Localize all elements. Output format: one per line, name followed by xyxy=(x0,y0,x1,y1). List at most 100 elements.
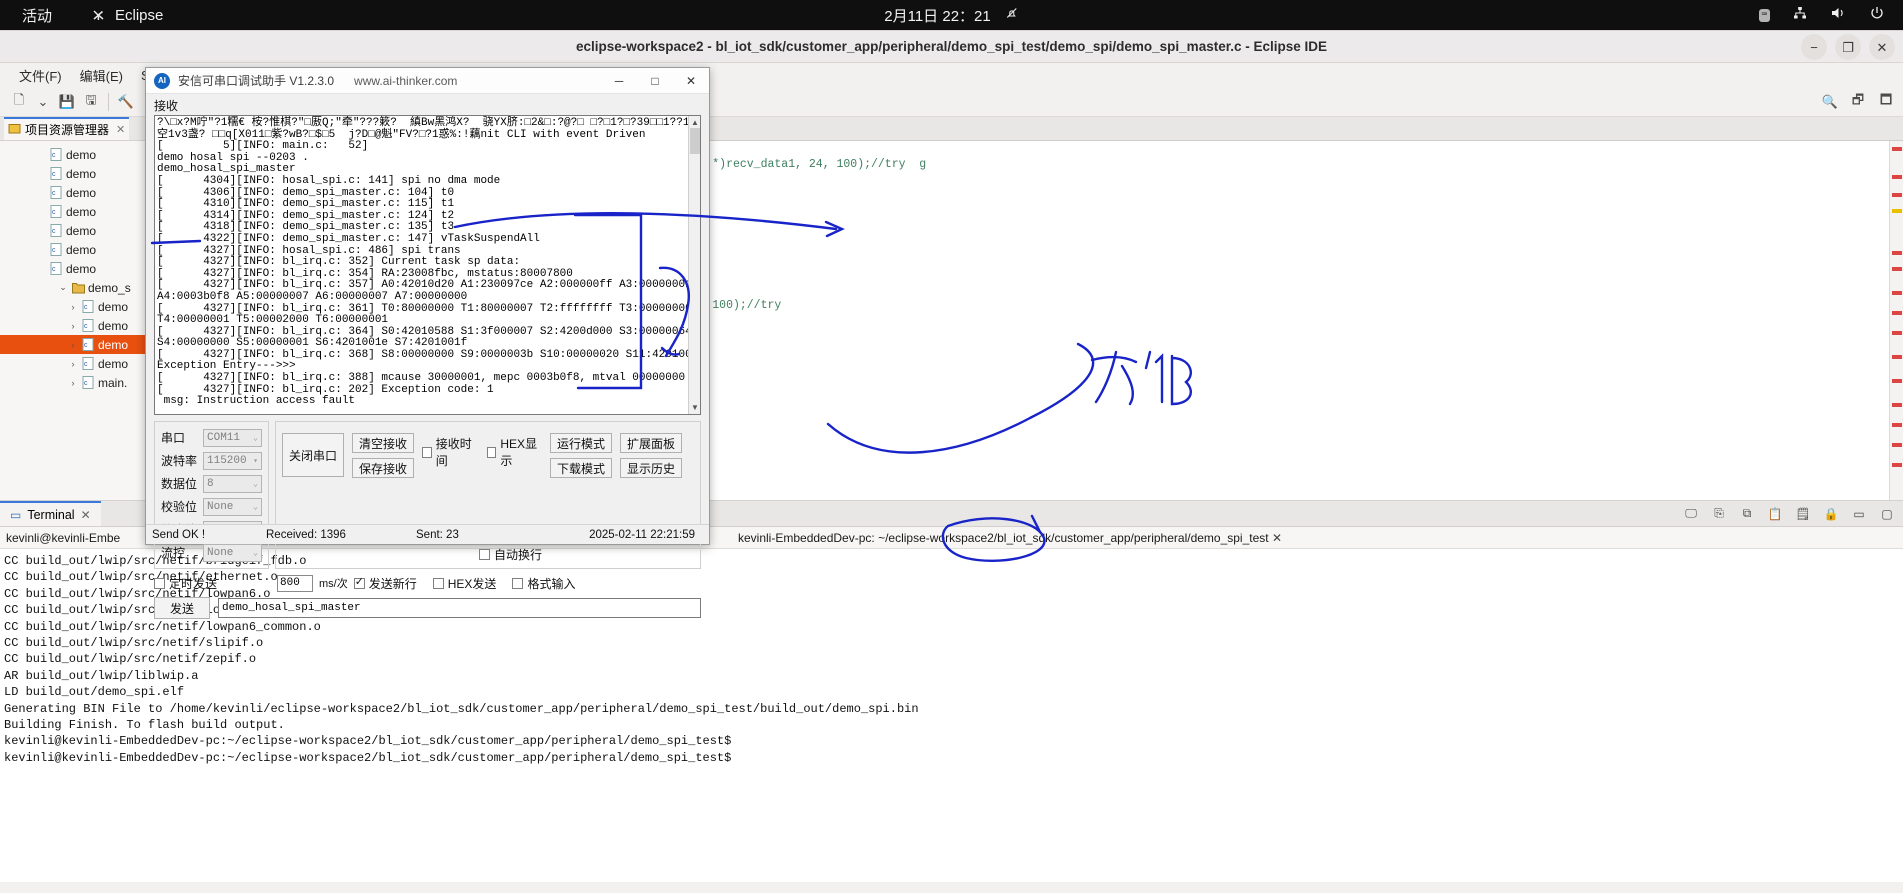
tree-item-label: main. xyxy=(98,375,128,390)
minimize-button[interactable]: − xyxy=(1801,34,1827,60)
checkbox-box[interactable] xyxy=(353,575,365,589)
twisty-collapsed-icon[interactable]: › xyxy=(68,359,78,369)
menu-file[interactable]: 文件(F) xyxy=(10,64,71,87)
activities-button[interactable]: 活动 xyxy=(22,5,52,26)
auto-newline-checkbox[interactable]: 自动换行 xyxy=(478,546,542,563)
checkbox-box[interactable] xyxy=(154,577,165,589)
minimize-view-icon[interactable]: ▭ xyxy=(1851,506,1867,522)
send-text-input[interactable] xyxy=(218,598,701,618)
editor-overview-ruler[interactable] xyxy=(1889,141,1903,500)
flowcontrol-select[interactable]: None ⌄ xyxy=(203,543,262,562)
new-dropdown-icon[interactable]: ⌄ xyxy=(32,91,54,113)
timer-interval-input[interactable] xyxy=(277,574,313,592)
serial-close-button[interactable]: ✕ xyxy=(673,68,709,94)
format-input-checkbox[interactable]: 格式输入 xyxy=(512,575,575,592)
checkbox-box[interactable] xyxy=(486,446,497,458)
serial-titlebar: AI 安信可串口调试助手 V1.2.3.0 www.ai-thinker.com… xyxy=(146,68,709,94)
terminal-toolbar[interactable]: 🖵 ⎘ ⧉ 📋 🗒 🔒 ▭ ▢ xyxy=(1683,506,1895,522)
parity-select[interactable]: None ⌄ xyxy=(203,497,262,516)
power-icon[interactable] xyxy=(1869,5,1885,25)
send-button[interactable]: 发送 xyxy=(154,597,210,619)
twisty-collapsed-icon[interactable]: › xyxy=(68,340,78,350)
paste-icon[interactable]: 📋 xyxy=(1767,506,1783,522)
new-terminal-icon[interactable]: 🖵 xyxy=(1683,506,1699,522)
download-mode-button[interactable]: 下载模式 xyxy=(550,458,612,478)
databits-select[interactable]: 8 ⌄ xyxy=(203,474,262,493)
send-options-group: 定时发送 xyxy=(154,573,269,593)
menu-edit[interactable]: 编辑(E) xyxy=(71,64,132,87)
tab-terminal[interactable]: ▭ Terminal ✕ xyxy=(0,501,101,526)
receive-time-checkbox[interactable]: 接收时间 xyxy=(422,435,477,469)
serial-send-input-row: 发送 xyxy=(146,593,709,619)
c-file-icon: c xyxy=(50,167,62,180)
save-icon[interactable]: 💾 xyxy=(56,91,78,113)
copy-icon[interactable]: ⧉ xyxy=(1739,506,1755,522)
save-all-icon[interactable]: 🖫 xyxy=(80,91,102,113)
close-port-button[interactable]: 关闭串口 xyxy=(282,433,344,477)
twisty-expanded-icon[interactable]: ⌄ xyxy=(58,282,68,293)
build-icon[interactable]: 🔨 xyxy=(115,91,137,113)
baud-select[interactable]: 115200 ▾ xyxy=(203,451,262,470)
serial-assistant-window[interactable]: AI 安信可串口调试助手 V1.2.3.0 www.ai-thinker.com… xyxy=(145,67,710,619)
perspective-cpp-icon[interactable]: 🗖 xyxy=(1875,91,1897,113)
parity-value: None xyxy=(207,500,234,513)
show-history-button[interactable]: 显示历史 xyxy=(620,458,682,478)
hex-send-checkbox[interactable]: HEX发送 xyxy=(432,575,496,592)
gnome-status-area[interactable]: ⌨ xyxy=(1758,5,1885,25)
connect-icon[interactable]: ⎘ xyxy=(1711,506,1727,522)
new-icon[interactable]: 🗋 xyxy=(8,91,30,113)
timed-send-checkbox[interactable]: 定时发送 xyxy=(154,575,217,592)
maximize-view-icon[interactable]: ▢ xyxy=(1879,506,1895,522)
checkbox-box[interactable] xyxy=(422,446,432,458)
app-indicator-label: Eclipse xyxy=(115,6,164,24)
svg-text:c: c xyxy=(52,190,56,197)
received-count-label: Received: 1396 xyxy=(266,528,346,541)
session-right-label[interactable]: kevinli-EmbeddedDev-pc: ~/eclipse-worksp… xyxy=(735,530,1272,546)
clear-receive-button[interactable]: 清空接收 xyxy=(352,433,414,453)
checkbox-box[interactable] xyxy=(478,549,490,560)
receive-textarea[interactable]: ?\□x?M咛"?1糯€ 桉?惟棋?"□厫Q;"牵"???簌? 縝Bw黑鸿X? … xyxy=(154,115,701,415)
window-controls[interactable]: − ❐ ✕ xyxy=(1801,34,1895,60)
twisty-collapsed-icon[interactable]: › xyxy=(68,302,78,312)
hex-display-checkbox[interactable]: HEX显示 xyxy=(486,435,542,469)
run-mode-button[interactable]: 运行模式 xyxy=(550,433,612,453)
close-icon[interactable]: ✕ xyxy=(81,508,91,522)
setting-row-flowcontrol: 流控 None ⌄ xyxy=(161,542,262,563)
databits-label: 数据位 xyxy=(161,477,198,491)
expand-panel-button[interactable]: 扩展面板 xyxy=(620,433,682,453)
close-icon[interactable]: ✕ xyxy=(116,123,125,136)
checkbox-box[interactable] xyxy=(512,577,524,589)
svg-text:c: c xyxy=(52,209,56,216)
open-perspective-icon[interactable]: 🗗 xyxy=(1847,91,1869,113)
serial-minimize-button[interactable]: ─ xyxy=(601,68,637,94)
c-file-icon: c xyxy=(82,357,94,370)
serial-window-controls[interactable]: ─ □ ✕ xyxy=(601,68,709,94)
network-icon[interactable] xyxy=(1792,5,1808,25)
tab-project-explorer[interactable]: 项目资源管理器 ✕ xyxy=(4,117,130,140)
scroll-down-icon[interactable]: ▼ xyxy=(691,403,699,412)
scrollbar-thumb[interactable] xyxy=(690,128,700,154)
close-button[interactable]: ✕ xyxy=(1869,34,1895,60)
scroll-lock-icon[interactable]: 🔒 xyxy=(1823,506,1839,522)
volume-icon[interactable] xyxy=(1830,5,1847,25)
scroll-up-icon[interactable]: ▲ xyxy=(691,118,699,127)
receive-scrollbar[interactable]: ▲ ▼ xyxy=(688,116,700,414)
checkbox-box[interactable] xyxy=(432,577,444,589)
eclipse-titlebar: eclipse-workspace2 - bl_iot_sdk/customer… xyxy=(0,31,1903,63)
serial-status-bar: Send OK ! Received: 1396 Sent: 23 2025-0… xyxy=(146,524,709,544)
session-close-icon[interactable]: ✕ xyxy=(1272,531,1282,545)
serial-maximize-button[interactable]: □ xyxy=(637,68,673,94)
twisty-collapsed-icon[interactable]: › xyxy=(68,378,78,388)
keyboard-icon[interactable]: ⌨ xyxy=(1758,8,1770,22)
app-indicator-eclipse[interactable]: Eclipse xyxy=(90,7,163,24)
port-select[interactable]: COM11 ⌄ xyxy=(203,428,262,447)
save-receive-button[interactable]: 保存接收 xyxy=(352,458,414,478)
clear-icon[interactable]: 🗒 xyxy=(1795,506,1811,522)
maximize-button[interactable]: ❐ xyxy=(1835,34,1861,60)
setting-row-databits: 数据位 8 ⌄ xyxy=(161,473,262,494)
send-newline-checkbox[interactable]: 发送新行 xyxy=(353,575,417,592)
search-icon[interactable]: 🔍 xyxy=(1819,91,1841,113)
toolbar-right-group[interactable]: 🔍 🗗 🗖 xyxy=(1819,91,1897,113)
gnome-clock[interactable]: 2月11日 22：21 xyxy=(884,5,1018,26)
twisty-collapsed-icon[interactable]: › xyxy=(68,321,78,331)
